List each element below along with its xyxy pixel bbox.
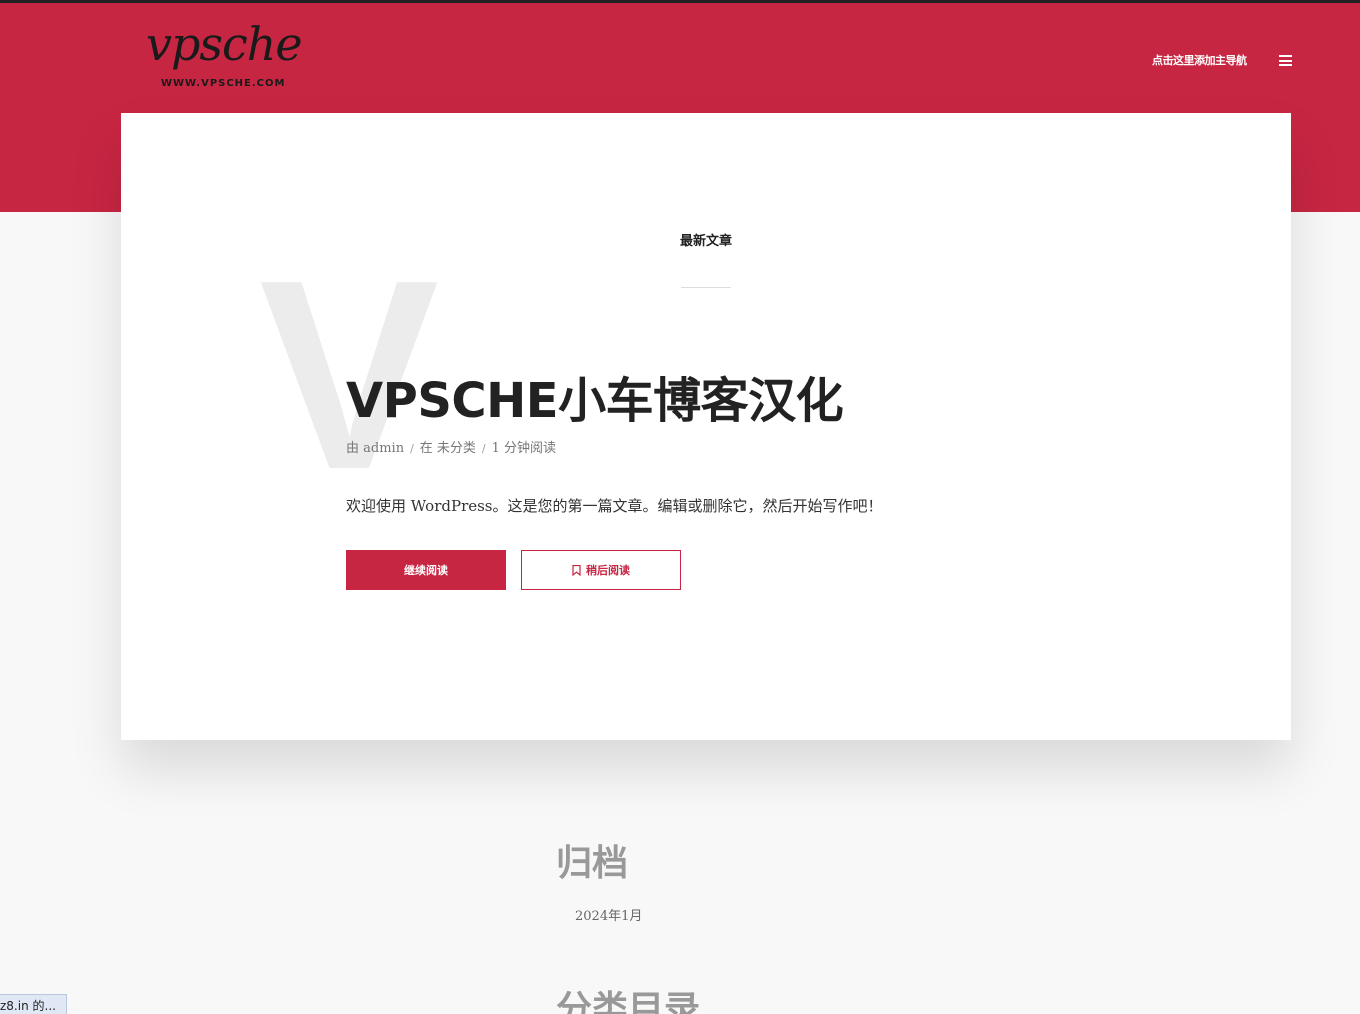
archive-item[interactable]: 2024年1月 [575, 905, 642, 924]
primary-nav-link[interactable]: 点击这里添加主导航 [1152, 52, 1247, 68]
bookmark-icon [572, 564, 581, 576]
featured-post-card: 最新文章 V VPSCHE小车博客汉化 由 admin / 在 未分类/1 分钟阅读… [121, 113, 1291, 740]
post-title[interactable]: VPSCHE小车博客汉化 [346, 361, 844, 431]
post-excerpt: 欢迎使用 WordPress。这是您的第一篇文章。编辑或删除它，然后开始写作吧！ [346, 497, 883, 515]
continue-reading-button[interactable]: 继续阅读 [346, 550, 506, 590]
meta-separator: / [410, 442, 414, 455]
hamburger-icon[interactable] [1279, 55, 1292, 66]
post-read-time: 1 分钟阅读 [491, 441, 557, 456]
post-meta: 由 admin / 在 未分类 / 1 分钟阅读 [346, 437, 556, 456]
archive-title: 归档 [556, 843, 629, 884]
section-divider [681, 287, 731, 288]
post-author[interactable]: 由 admin [346, 441, 404, 456]
browser-status-bar: z8.in 的... [0, 994, 67, 1014]
post-category[interactable]: 在 未分类 [420, 441, 476, 456]
site-logo[interactable]: vpsche WWW.VPSCHE.COM [142, 17, 303, 97]
meta-separator: / [481, 442, 486, 455]
logo-script-text: vpsche [146, 17, 303, 71]
categories-title: 分类目录 [556, 989, 701, 1014]
read-later-button[interactable]: 稍后阅读 [521, 550, 681, 590]
read-later-label: 稍后阅读 [586, 564, 630, 577]
continue-reading-label: 继续阅读 [404, 564, 448, 577]
logo-url-text: WWW.VPSCHE.COM [161, 78, 286, 89]
